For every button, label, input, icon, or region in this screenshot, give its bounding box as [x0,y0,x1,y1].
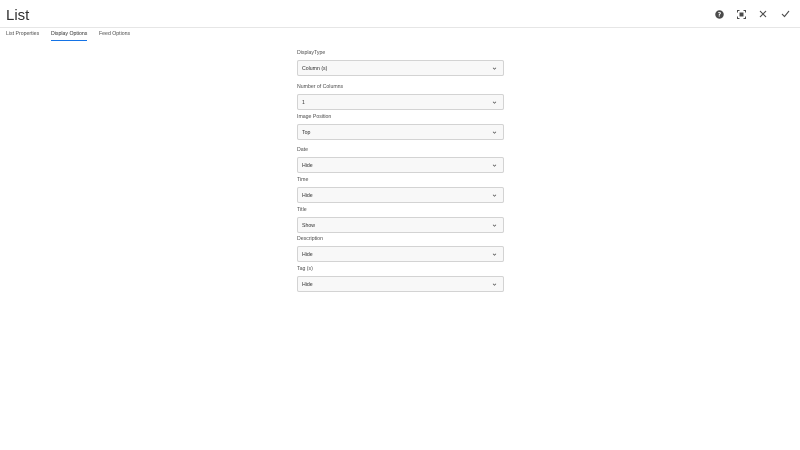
chevron-down-icon [492,194,497,197]
select-value: Column (s) [302,65,328,72]
tags-select[interactable]: Hide [297,276,504,292]
title-select[interactable]: Show [297,217,504,233]
image-position-select[interactable]: Top [297,124,504,140]
help-icon: ? [714,9,724,19]
field-label: Description [297,236,323,242]
chevron-down-icon [492,67,497,70]
field-label: Number of Columns [297,84,344,90]
header-actions: ? [710,5,794,23]
select-value: Hide [302,162,313,169]
display-type-select[interactable]: Column (s) [297,60,504,76]
time-select[interactable]: Hide [297,187,504,203]
field-label: Image Position [297,114,332,120]
field-label: Title [297,207,307,213]
help-button[interactable]: ? [710,5,728,23]
checkmark-icon [781,10,789,18]
tab-feed-options[interactable]: Feed Options [99,31,130,40]
close-icon [759,10,767,18]
tab-list: List Properties Display Options Feed Opt… [0,28,800,44]
chevron-down-icon [492,253,497,256]
tab-list-properties[interactable]: List Properties [6,31,39,40]
number-of-columns-select[interactable]: 1 [297,94,504,110]
field-label: Tag (s) [297,266,313,272]
field-label: Date [297,147,308,153]
svg-text:?: ? [717,11,721,18]
done-button[interactable] [776,5,794,23]
select-value: 1 [302,99,305,106]
dialog-title: List [6,7,30,24]
cancel-button[interactable] [754,5,772,23]
dialog-header: List ? [0,0,800,28]
chevron-down-icon [492,131,497,134]
chevron-down-icon [492,224,497,227]
chevron-down-icon [492,164,497,167]
select-value: Hide [302,281,313,288]
fullscreen-button[interactable] [732,5,750,23]
description-select[interactable]: Hide [297,246,504,262]
select-value: Hide [302,192,313,199]
select-value: Show [302,222,315,229]
field-label: DisplayType [297,50,326,56]
tab-display-options[interactable]: Display Options [51,31,88,41]
chevron-down-icon [492,101,497,104]
chevron-down-icon [492,283,497,286]
select-value: Hide [302,251,313,258]
fullscreen-icon [736,9,746,19]
field-label: Time [297,177,309,183]
select-value: Top [302,129,311,136]
date-select[interactable]: Hide [297,157,504,173]
